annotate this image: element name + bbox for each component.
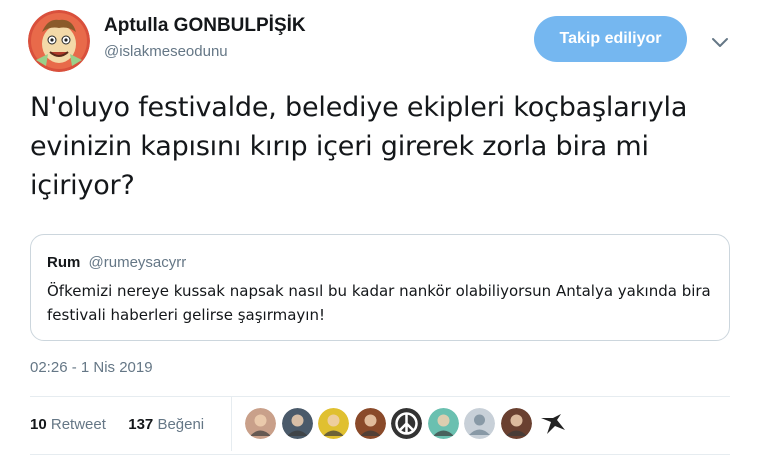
user-avatar-icon[interactable] <box>354 408 386 439</box>
quoted-tweet[interactable]: Rum @rumeysacyrr Öfkemizi nereye kussak … <box>30 234 730 341</box>
retweet-stat[interactable]: 10 Retweet <box>30 416 110 433</box>
user-avatar-icon[interactable] <box>281 408 313 439</box>
user-avatar-icon[interactable] <box>500 408 532 439</box>
author-avatar[interactable] <box>28 10 90 72</box>
stats-top-divider <box>30 396 730 397</box>
tweet-text: N'oluyo festivalde, belediye ekipleri ko… <box>30 92 688 201</box>
chevron-down-icon[interactable] <box>710 32 730 52</box>
tweet-stats: 10 Retweet 137 Beğeni <box>30 415 204 435</box>
tweet-header: Aptulla GONBULPİŞİK @islakmeseodunu Taki… <box>28 10 748 72</box>
quoted-tweet-text: Öfkemizi nereye kussak napsak nasıl bu k… <box>47 282 711 324</box>
peace-sign-icon[interactable] <box>391 408 422 439</box>
author-handle[interactable]: @islakmeseodunu <box>104 42 306 62</box>
retweet-label: Retweet <box>50 416 106 433</box>
user-avatar-icon[interactable] <box>427 408 459 439</box>
author-display-name[interactable]: Aptulla GONBULPİŞİK <box>104 14 306 38</box>
quoted-author-name: Rum <box>47 254 81 271</box>
like-count: 137 <box>128 416 154 433</box>
user-avatar-icon[interactable] <box>318 408 349 439</box>
like-label: Beğeni <box>157 416 205 433</box>
following-button[interactable]: Takip ediliyor <box>534 16 687 62</box>
stats-separator <box>231 397 232 451</box>
retweet-count: 10 <box>30 416 47 433</box>
quoted-tweet-header: Rum @rumeysacyrr <box>47 253 186 273</box>
default-avatar-icon[interactable] <box>464 408 495 439</box>
like-stat[interactable]: 137 Beğeni <box>128 416 204 433</box>
quoted-author-handle: @rumeysacyrr <box>88 254 187 271</box>
stats-bottom-divider <box>30 454 730 455</box>
author-names: Aptulla GONBULPİŞİK @islakmeseodunu <box>104 14 306 62</box>
cartoon-avatar-icon <box>28 10 90 72</box>
user-avatar-icon[interactable] <box>245 408 276 439</box>
tweet-timestamp[interactable]: 02:26 - 1 Nis 2019 <box>30 358 153 378</box>
bird-icon[interactable] <box>537 408 568 439</box>
